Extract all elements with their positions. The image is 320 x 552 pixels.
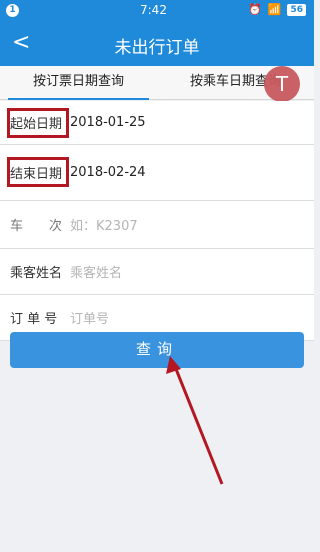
alarm-icon: ⏰ xyxy=(248,3,262,16)
start-date-row[interactable]: 起始日期 2018-01-25 xyxy=(0,101,314,145)
status-bar: 1 7:42 ⏰ 📶 56 xyxy=(0,0,314,22)
train-number-input[interactable]: 如：K2307 xyxy=(70,215,138,234)
battery-icon: 56 xyxy=(287,3,306,16)
wifi-icon: 📶 xyxy=(267,3,282,16)
highlight-box xyxy=(7,157,69,187)
arrow-shaft xyxy=(172,363,224,485)
highlight-box xyxy=(7,108,69,138)
notification-icon: 1 xyxy=(6,4,19,17)
passenger-name-row[interactable]: 乘客姓名 乘客姓名 xyxy=(0,249,314,295)
train-number-row[interactable]: 车 次 如：K2307 xyxy=(0,201,314,249)
order-number-input[interactable]: 订单号 xyxy=(70,308,109,327)
page-title: 未出行订单 xyxy=(114,38,200,58)
start-date-value[interactable]: 2018-01-25 xyxy=(70,115,146,130)
query-button[interactable]: 查询 xyxy=(10,332,304,368)
query-form: 起始日期 2018-01-25 结束日期 2018-02-24 车 次 如：K2… xyxy=(0,101,314,341)
order-number-label: 订 单 号 xyxy=(10,312,58,327)
end-date-value[interactable]: 2018-02-24 xyxy=(70,165,146,180)
status-icons: ⏰ 📶 56 xyxy=(248,3,306,16)
passenger-name-input[interactable]: 乘客姓名 xyxy=(70,262,122,281)
tab-booking-date[interactable]: 按订票日期查询 xyxy=(0,66,157,100)
passenger-name-label: 乘客姓名 xyxy=(10,266,63,281)
tool-overlay-icon: T xyxy=(264,66,300,102)
status-time: 7:42 xyxy=(140,3,167,17)
train-number-label: 车 次 xyxy=(10,219,63,234)
nav-bar: < 未出行订单 xyxy=(0,22,314,66)
end-date-row[interactable]: 结束日期 2018-02-24 xyxy=(0,145,314,201)
